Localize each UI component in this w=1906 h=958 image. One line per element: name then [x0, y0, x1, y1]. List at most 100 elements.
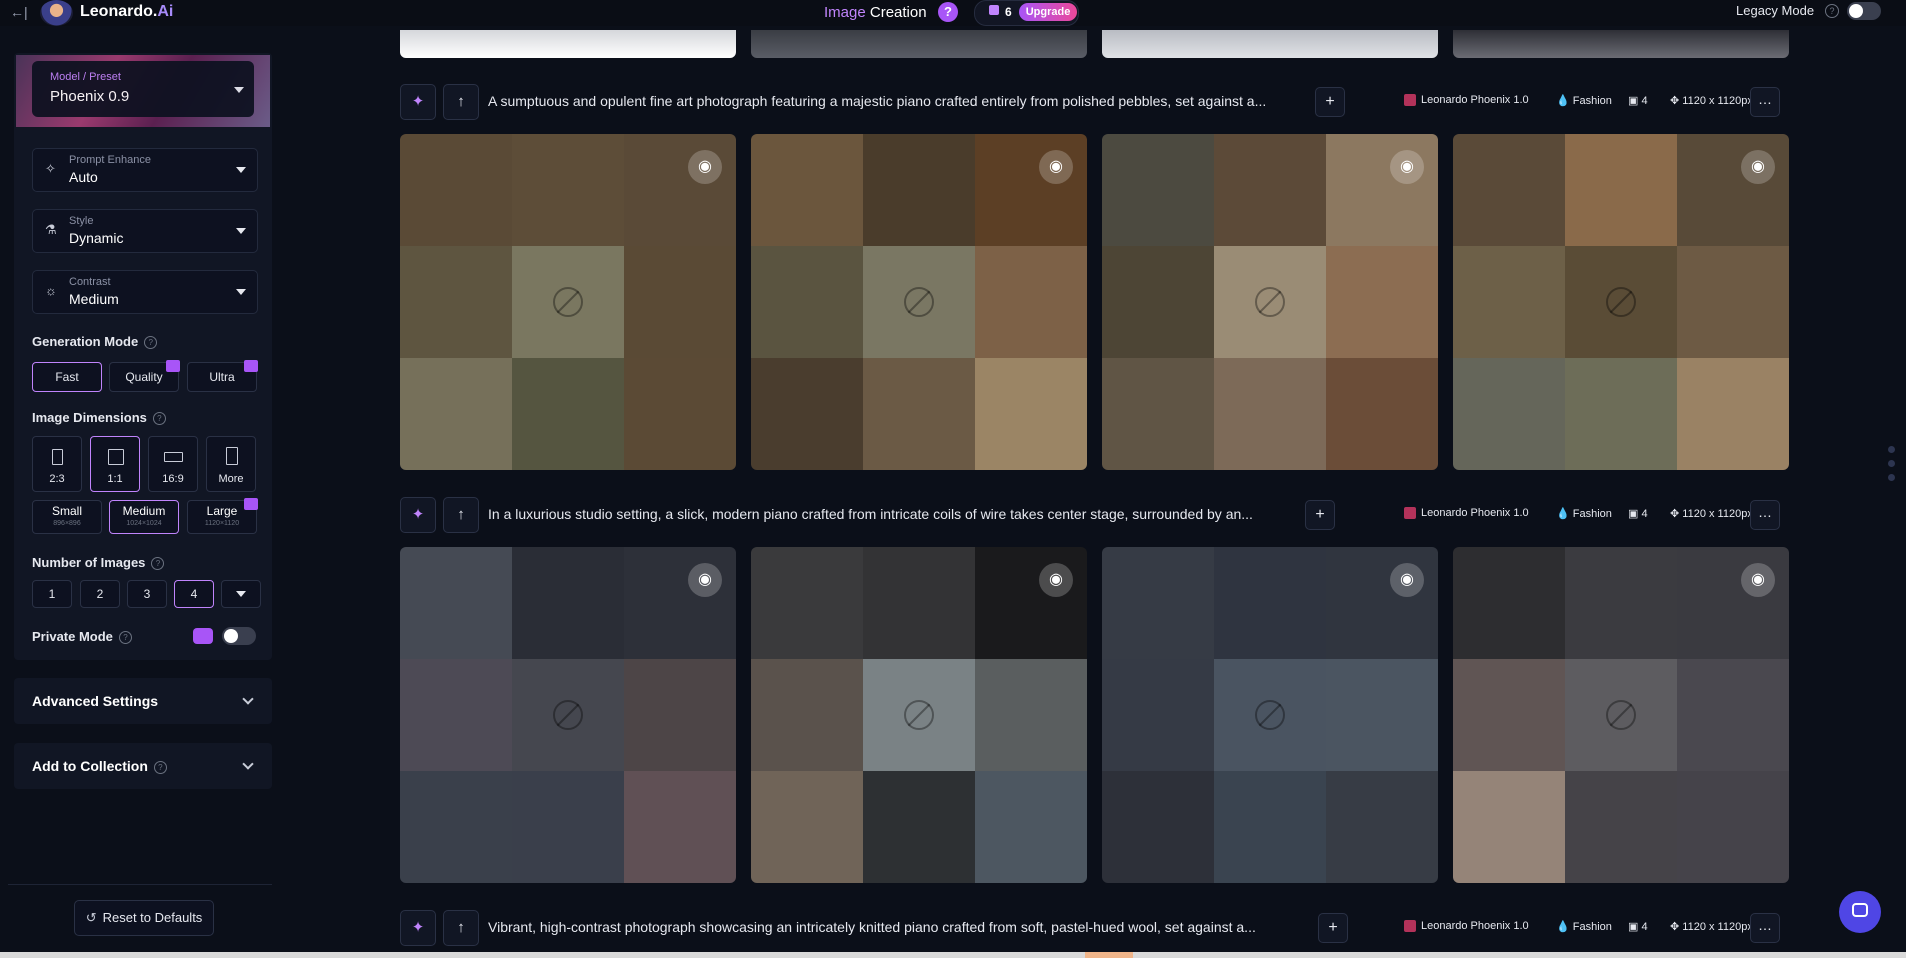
eye-icon[interactable]: ◉ [1390, 150, 1424, 184]
chat-support-button[interactable] [1839, 891, 1881, 933]
generation-count-value: 4 [1641, 95, 1648, 107]
number-of-images-title-text: Number of Images [32, 555, 146, 570]
image-tile [751, 659, 863, 771]
upgrade-button[interactable]: Upgrade [1019, 3, 1077, 21]
add-to-collection-title: Add to Collection? [32, 758, 167, 774]
generated-image[interactable] [1453, 30, 1789, 58]
num-images-more-button[interactable] [221, 580, 261, 608]
generated-image[interactable]: ◉ [1453, 547, 1789, 883]
reuse-prompt-button[interactable]: ↑ [443, 84, 479, 120]
magic-wand-icon[interactable]: ✦ [400, 910, 436, 946]
style-select[interactable]: ⚗ Style Dynamic [32, 209, 258, 253]
help-icon[interactable]: ? [938, 2, 958, 22]
image-tile [863, 547, 975, 659]
legacy-mode-toggle[interactable] [1847, 2, 1881, 20]
image-tile [1214, 547, 1326, 659]
eye-icon[interactable]: ◉ [1741, 150, 1775, 184]
reuse-prompt-button[interactable]: ↑ [443, 910, 479, 946]
add-prompt-button[interactable]: + [1305, 500, 1335, 530]
num-images-1[interactable]: 1 [32, 580, 72, 608]
contrast-select[interactable]: ☼ Contrast Medium [32, 270, 258, 314]
reset-to-defaults-button[interactable]: ↺ Reset to Defaults [74, 900, 214, 936]
generation-dimensions: ✥ 1120 x 1120px [1670, 920, 1753, 933]
generated-image[interactable] [400, 30, 736, 58]
more-options-button[interactable]: … [1750, 87, 1780, 117]
size-sub: 896×896 [53, 520, 81, 527]
blocked-icon [1606, 700, 1636, 730]
eye-icon[interactable]: ◉ [1390, 563, 1424, 597]
private-mode-help-icon[interactable]: ? [118, 631, 132, 645]
private-mode-toggle[interactable] [222, 627, 256, 645]
magic-wand-icon[interactable]: ✦ [400, 84, 436, 120]
image-tile [400, 246, 512, 358]
more-options-button[interactable]: … [1750, 913, 1780, 943]
image-tile [1326, 547, 1438, 659]
number-of-images-help-icon[interactable]: ? [151, 557, 165, 571]
model-preset-select[interactable]: Model / Preset Phoenix 0.9 [32, 61, 254, 117]
image-tile [975, 547, 1087, 659]
generated-image[interactable]: ◉ [751, 134, 1087, 470]
generated-image[interactable] [1102, 30, 1438, 58]
generated-image[interactable]: ◉ [751, 547, 1087, 883]
reuse-prompt-button[interactable]: ↑ [443, 497, 479, 533]
generation-model: Leonardo Phoenix 1.0 [1404, 94, 1529, 107]
size-small-button[interactable]: Small 896×896 [32, 500, 102, 534]
size-large-button[interactable]: Large 1120×1120 [187, 498, 258, 534]
scroll-dot [1888, 474, 1895, 481]
generation-mode-fast[interactable]: Fast [32, 362, 102, 392]
generated-image[interactable]: ◉ [1102, 134, 1438, 470]
advanced-settings-panel[interactable]: Advanced Settings [14, 678, 272, 724]
generated-image[interactable]: ◉ [400, 547, 736, 883]
generated-image[interactable]: ◉ [1102, 547, 1438, 883]
private-mode-title: Private Mode? [32, 629, 132, 645]
num-images-2[interactable]: 2 [80, 580, 120, 608]
generated-image[interactable]: ◉ [400, 134, 736, 470]
contrast-label: Contrast [69, 276, 111, 288]
bottom-scrollbar[interactable] [0, 952, 1906, 958]
back-icon[interactable]: ←| [10, 4, 28, 20]
scroll-indicator[interactable] [1888, 446, 1895, 488]
toggle-knob [1849, 4, 1863, 18]
chevron-down-icon [236, 591, 246, 597]
generation-mode-quality[interactable]: Quality [109, 360, 180, 392]
image-tile [1677, 134, 1789, 246]
token-balance[interactable]: 6 Upgrade [974, 0, 1079, 26]
ratio-2-3-button[interactable]: 2:3 [32, 436, 82, 492]
brand-name[interactable]: Leonardo.Ai [80, 3, 173, 21]
generation-style-name: Fashion [1572, 95, 1612, 107]
num-images-4[interactable]: 4 [174, 580, 214, 608]
model-thumbnail-icon [1404, 507, 1416, 520]
add-prompt-button[interactable]: + [1315, 87, 1345, 117]
generation-mode-help-icon[interactable]: ? [144, 336, 158, 350]
eye-icon[interactable]: ◉ [1039, 150, 1073, 184]
eye-icon[interactable]: ◉ [688, 150, 722, 184]
generation-count-value: 4 [1641, 508, 1648, 520]
legacy-mode-help-icon[interactable]: ? [1825, 4, 1839, 18]
eye-icon[interactable]: ◉ [1741, 563, 1775, 597]
generation-model-name: Leonardo Phoenix 1.0 [1421, 920, 1529, 932]
eye-icon[interactable]: ◉ [1039, 563, 1073, 597]
add-prompt-button[interactable]: + [1318, 913, 1348, 943]
generation-mode-ultra[interactable]: Ultra [187, 360, 258, 392]
generated-image[interactable]: ◉ [1453, 134, 1789, 470]
generation-style-name: Fashion [1572, 508, 1612, 520]
ratio-label: More [218, 473, 244, 485]
ratio-16-9-button[interactable]: 16:9 [148, 436, 198, 492]
add-to-collection-help-icon[interactable]: ? [153, 760, 167, 774]
image-tile [1102, 659, 1214, 771]
more-options-button[interactable]: … [1750, 500, 1780, 530]
ratio-1-1-button[interactable]: 1:1 [90, 436, 140, 492]
image-dimensions-help-icon[interactable]: ? [152, 412, 166, 426]
eye-icon[interactable]: ◉ [688, 563, 722, 597]
blocked-icon [1606, 287, 1636, 317]
ratio-more-button[interactable]: More [206, 436, 256, 492]
add-to-collection-panel[interactable]: Add to Collection? [14, 743, 272, 789]
generated-image[interactable] [751, 30, 1087, 58]
prompt-enhance-select[interactable]: ✧ Prompt Enhance Auto [32, 148, 258, 192]
page-title: Image Creation [824, 4, 927, 21]
generation-header: ✦ ↑ A sumptuous and opulent fine art pho… [400, 84, 1790, 120]
scrollbar-thumb[interactable] [1085, 952, 1133, 958]
size-medium-button[interactable]: Medium 1024×1024 [109, 500, 179, 534]
num-images-3[interactable]: 3 [127, 580, 167, 608]
magic-wand-icon[interactable]: ✦ [400, 497, 436, 533]
